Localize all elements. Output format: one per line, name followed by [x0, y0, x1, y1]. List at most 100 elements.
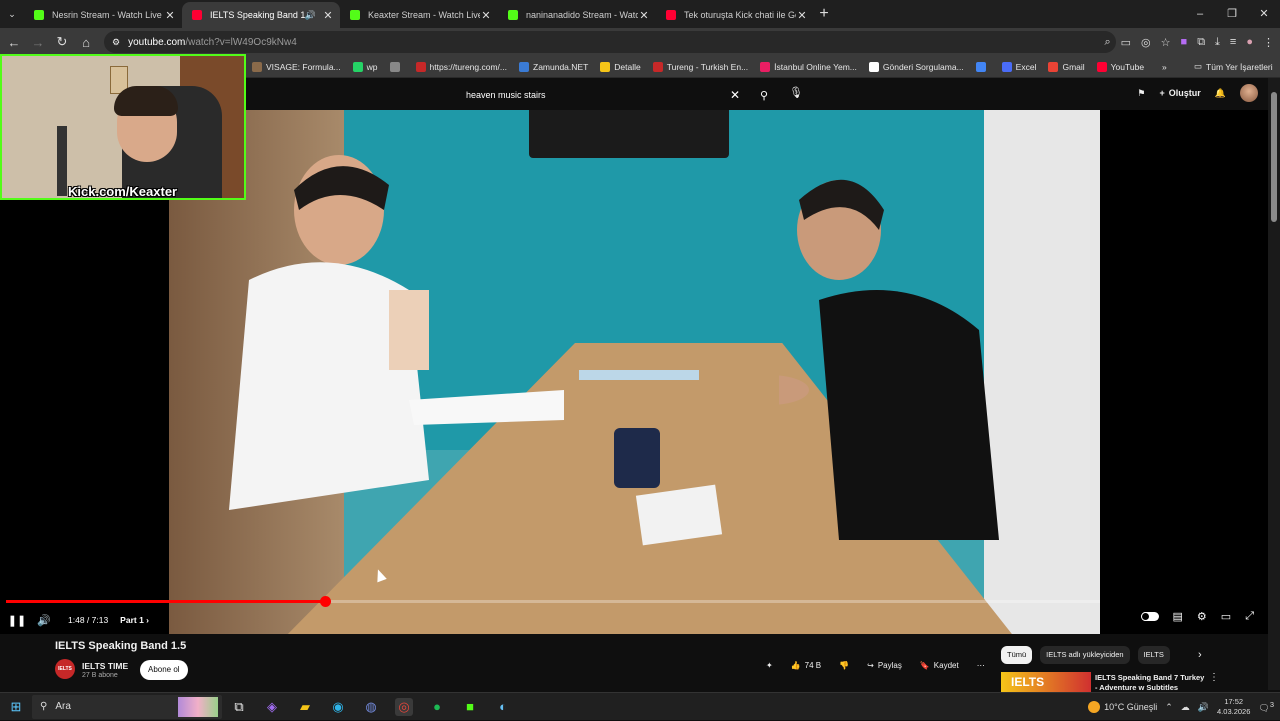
- account-avatar[interactable]: [1240, 84, 1258, 102]
- settings-icon[interactable]: ⚙: [1197, 610, 1207, 623]
- reload-button[interactable]: ↻: [50, 34, 74, 50]
- restore-button[interactable]: ❐: [1216, 0, 1248, 28]
- clear-search-icon[interactable]: ✕: [730, 88, 740, 102]
- bookmark-item[interactable]: Zamunda.NET: [519, 61, 588, 72]
- spotify-icon[interactable]: ●: [428, 698, 446, 716]
- recommended-thumbnail[interactable]: IELTS: [1001, 672, 1091, 692]
- taskbar-search-input[interactable]: Ara: [55, 701, 71, 712]
- bookmark-item[interactable]: [975, 61, 990, 72]
- voice-search-icon[interactable]: 🎙: [788, 86, 804, 104]
- bookmark-item[interactable]: Tureng - Turkish En...: [652, 61, 748, 72]
- taskbar-search[interactable]: ⚲ Ara: [32, 694, 222, 719]
- extensions-icon[interactable]: ⧉: [1197, 36, 1205, 49]
- edge-icon[interactable]: ◉: [329, 698, 347, 716]
- profile-icon[interactable]: ●: [1246, 36, 1253, 48]
- bookmark-item[interactable]: [389, 61, 404, 72]
- bookmark-item[interactable]: wp: [352, 61, 378, 72]
- bookmark-item[interactable]: VISAGE: Formula...: [252, 61, 341, 72]
- recommended-title[interactable]: IELTS Speaking Band 7 Turkey - Adventure…: [1095, 673, 1207, 693]
- tab-search-icon[interactable]: ⌄: [0, 9, 24, 20]
- close-window-button[interactable]: ✕: [1248, 0, 1280, 28]
- star-icon[interactable]: ☆: [1161, 36, 1171, 49]
- fullscreen-icon[interactable]: ⤢: [1245, 610, 1254, 623]
- more-actions-icon[interactable]: ⋯: [977, 661, 985, 670]
- browser-tab[interactable]: naninanadido Stream - Watch ✕: [498, 2, 656, 28]
- like-button[interactable]: 👍 74 B: [791, 661, 821, 670]
- tab-audio-icon[interactable]: 🔊: [305, 10, 316, 21]
- chrome-icon[interactable]: ◎: [395, 697, 413, 716]
- subscribe-button[interactable]: Abone ol: [140, 660, 188, 680]
- pause-button[interactable]: ❚❚: [0, 614, 34, 627]
- bookmark-item[interactable]: Gmail: [1048, 61, 1085, 72]
- create-button[interactable]: + Oluştur: [1160, 88, 1201, 98]
- bookmark-item[interactable]: Detalle: [600, 61, 641, 72]
- more-bookmarks-icon[interactable]: »: [1162, 62, 1167, 72]
- progress-scrubber[interactable]: [319, 596, 331, 607]
- weather-widget[interactable]: 10°C Güneşli: [1088, 701, 1157, 713]
- back-button[interactable]: ←: [2, 35, 26, 50]
- page-scrollbar[interactable]: [1268, 78, 1280, 690]
- home-button[interactable]: ⌂: [74, 35, 98, 50]
- browser-tab[interactable]: Tek oturuşta Kick chati ile God ✕: [656, 2, 814, 28]
- bookmark-item[interactable]: İstanbul Online Yem...: [760, 61, 857, 72]
- bookmark-item[interactable]: https://tureng.com/...: [415, 61, 507, 72]
- site-info-icon[interactable]: ⚙: [112, 37, 120, 48]
- file-explorer-icon[interactable]: ▰: [296, 698, 314, 716]
- network-icon[interactable]: ☁: [1181, 702, 1190, 713]
- clip-icon[interactable]: ✦: [766, 661, 773, 670]
- reading-list-icon[interactable]: ≡: [1230, 36, 1236, 48]
- new-tab-button[interactable]: +: [814, 5, 834, 23]
- bookmark-item[interactable]: Gönderi Sorgulama...: [868, 61, 964, 72]
- minimize-button[interactable]: –: [1184, 0, 1216, 28]
- cast-icon[interactable]: ▭: [1121, 36, 1131, 49]
- share-button[interactable]: ↪ Paylaş: [867, 661, 902, 670]
- copilot-icon[interactable]: ◈: [263, 698, 281, 716]
- clock[interactable]: 17:52 4.03.2026: [1217, 697, 1250, 717]
- menu-icon[interactable]: ⋮: [1263, 36, 1274, 49]
- volume-tray-icon[interactable]: 🔊: [1198, 702, 1209, 713]
- bookmark-item[interactable]: Excel: [1001, 61, 1036, 72]
- autoplay-toggle[interactable]: [1140, 612, 1159, 621]
- notifications-tray-icon[interactable]: 🗨3: [1258, 700, 1274, 714]
- bookmark-item[interactable]: YouTube: [1096, 61, 1144, 72]
- filter-chip[interactable]: Tümü: [1001, 646, 1033, 664]
- search-icon[interactable]: ⚲: [760, 89, 768, 102]
- channel-name[interactable]: IELTS TIME: [82, 661, 128, 671]
- tray-overflow-icon[interactable]: ⌃: [1165, 702, 1173, 713]
- dislike-button[interactable]: 👎: [839, 661, 849, 670]
- filter-chip[interactable]: IELTS adlı yükleyiciden: [1040, 646, 1130, 664]
- channel-avatar[interactable]: IELTS: [55, 659, 75, 679]
- recommended-video[interactable]: IELTS IELTS Speaking Band 7 Turkey - Adv…: [1001, 672, 1269, 692]
- steam-icon[interactable]: ◐: [494, 698, 512, 716]
- notifications-icon[interactable]: 🔔: [1215, 88, 1226, 99]
- search-input[interactable]: heaven music stairs: [466, 90, 546, 100]
- all-bookmarks[interactable]: ▭ Tüm Yer İşaretleri: [1194, 61, 1273, 72]
- url-field[interactable]: ⚙ youtube.com/watch?v=lW49Oc9kNw4: [104, 31, 1116, 53]
- task-view-icon[interactable]: ⧉: [230, 698, 248, 716]
- search-box[interactable]: heaven music stairs ✕ ⚲: [456, 84, 776, 106]
- close-tab-icon[interactable]: ✕: [638, 9, 650, 22]
- chips-next-icon[interactable]: ›: [1198, 649, 1202, 661]
- progress-bar[interactable]: [6, 596, 1100, 607]
- close-tab-icon[interactable]: ✕: [796, 9, 808, 22]
- scrollbar-thumb[interactable]: [1271, 92, 1277, 222]
- download-icon[interactable]: ⤓: [1215, 36, 1220, 49]
- start-button[interactable]: ⊞: [0, 699, 32, 715]
- save-button[interactable]: 🔖 Kaydet: [920, 661, 959, 670]
- browser-tab[interactable]: Nesrin Stream - Watch Live on ✕: [24, 2, 182, 28]
- forward-button[interactable]: →: [26, 35, 50, 50]
- video-frame[interactable]: [169, 110, 1100, 634]
- close-tab-icon[interactable]: ✕: [480, 9, 492, 22]
- filter-chip[interactable]: IELTS: [1137, 646, 1170, 664]
- volume-icon[interactable]: 🔊: [34, 614, 54, 627]
- recommended-more-icon[interactable]: ⋮: [1209, 672, 1219, 683]
- live-icon[interactable]: ⚑: [1137, 88, 1145, 99]
- theater-mode-icon[interactable]: ▭: [1221, 610, 1231, 623]
- close-tab-icon[interactable]: ✕: [164, 9, 176, 22]
- subtitles-icon[interactable]: ▤: [1173, 610, 1183, 623]
- extension-twitch-icon[interactable]: ■: [1181, 36, 1188, 48]
- chapter-button[interactable]: Part 1 ›: [120, 615, 149, 625]
- kick-app-icon[interactable]: ■: [461, 698, 479, 716]
- close-tab-icon[interactable]: ✕: [322, 9, 334, 22]
- browser-tab[interactable]: IELTS Speaking Band 1.5 - Y🔊 ✕: [182, 2, 340, 28]
